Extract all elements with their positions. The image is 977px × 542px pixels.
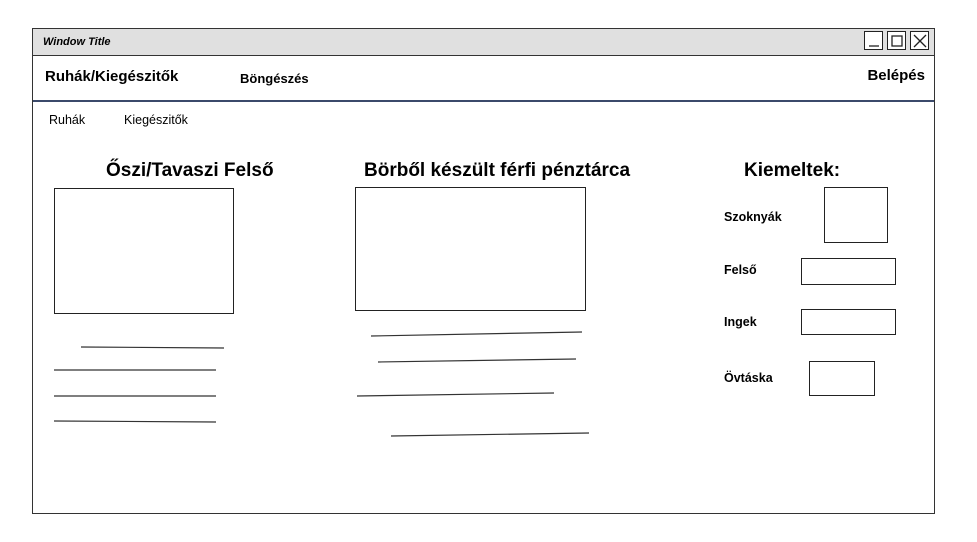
text-placeholder-lines — [53, 331, 590, 437]
product-2-desc-line — [390, 432, 590, 437]
product-2-desc-line — [377, 358, 577, 363]
product-2-desc-line — [370, 331, 583, 337]
product-1-desc-line — [80, 346, 225, 349]
app-window: Window Title Ruhák/Kiegészitők Böngészés… — [32, 28, 935, 514]
product-2-desc-line — [356, 392, 555, 397]
product-1-desc-line — [53, 420, 217, 423]
